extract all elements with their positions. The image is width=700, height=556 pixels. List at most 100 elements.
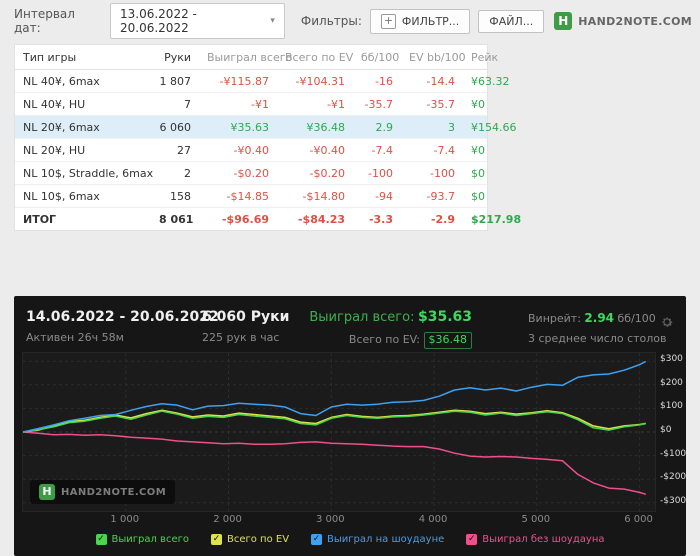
column-header[interactable]: EV bb/100 xyxy=(401,51,466,64)
y-axis-label: $300 xyxy=(660,354,683,365)
winrate-unit: бб/100 xyxy=(617,312,656,325)
table-cell: -93.7 xyxy=(426,189,455,203)
table-cell: ¥0 xyxy=(471,143,485,157)
table-cell: -$0.20 xyxy=(309,166,345,180)
table-row[interactable]: NL 20¥, 6max 6 060 ¥35.63 ¥36.48 2.9 3 ¥154.66 xyxy=(15,116,517,139)
ev-total-label: Всего по EV: xyxy=(348,332,420,346)
legend-label: Всего по EV xyxy=(226,534,290,545)
add-filter-button-label: ФИЛЬТР... xyxy=(401,14,460,28)
plus-icon: + xyxy=(380,13,396,29)
date-range-select[interactable]: 13.06.2022 - 20.06.2022 ▾ xyxy=(110,3,285,39)
table-cell: NL 20¥, HU xyxy=(23,143,86,157)
file-button[interactable]: ФАЙЛ... xyxy=(478,9,545,33)
legend-item-total-ev[interactable]: ✓ Всего по EV xyxy=(210,534,290,545)
session-date-block: 14.06.2022 - 20.06.2022 Активен 26ч 58м xyxy=(26,308,219,346)
x-axis-label: 3 000 xyxy=(315,514,345,525)
table-cell: -16 xyxy=(375,74,393,88)
y-axis-label: $200 xyxy=(660,377,683,388)
table-cell: 2.9 xyxy=(375,120,394,134)
table-cell: -¥0.40 xyxy=(233,143,269,157)
column-header[interactable]: Руки xyxy=(151,51,199,64)
session-date-range: 14.06.2022 - 20.06.2022 xyxy=(26,309,219,325)
table-cell: 2 xyxy=(184,166,191,180)
column-header[interactable]: Тип игры xyxy=(15,51,151,64)
date-interval-label: Интервал дат: xyxy=(14,7,75,35)
session-winnings-block: Выиграл всего: $35.63 Всего по EV: $36.4… xyxy=(300,308,472,349)
hand2note-logo-icon: H xyxy=(39,484,55,500)
table-cell: ¥63.32 xyxy=(471,74,510,88)
table-row[interactable]: NL 40¥, HU 7 -¥1 -¥1 -35.7 -35.7 ¥0 xyxy=(15,93,487,116)
winrate-value: 2.94 xyxy=(584,311,615,325)
table-cell: -7.4 xyxy=(433,143,455,157)
table-cell: -¥1 xyxy=(327,97,345,111)
settings-gear-icon[interactable] xyxy=(660,314,674,333)
checkbox-checked-icon[interactable]: ✓ xyxy=(466,534,478,545)
legend-item-won-no-showdown[interactable]: ✓ Выиграл без шоудауна xyxy=(466,534,604,545)
checkbox-checked-icon[interactable]: ✓ xyxy=(95,534,107,545)
table-cell: -$84.23 xyxy=(297,212,345,226)
session-hands-count: 6 060 Руки xyxy=(202,309,290,325)
table-body: NL 40¥, 6max 1 807 -¥115.87 -¥104.31 -16 -14.… xyxy=(15,70,521,230)
table-cell: -100 xyxy=(368,166,393,180)
table-cell: ИТОГ xyxy=(23,212,57,226)
y-axis-label: -$200 xyxy=(660,472,687,483)
table-cell: -14.4 xyxy=(426,74,455,88)
table-cell: NL 20¥, 6max xyxy=(23,120,100,134)
table-cell: 8 061 xyxy=(159,212,194,226)
winrate-label: Винрейт: xyxy=(528,312,581,325)
table-cell: -¥1 xyxy=(251,97,269,111)
game-stats-table: Тип игры Руки Выиграл всего Всего по EV … xyxy=(14,44,521,231)
table-row[interactable]: NL 20¥, HU 27 -¥0.40 -¥0.40 -7.4 -7.4 ¥0 xyxy=(15,139,487,162)
legend-item-won-showdown[interactable]: ✓ Выиграл на шоудауне xyxy=(311,534,444,545)
column-header[interactable]: бб/100 xyxy=(353,51,401,64)
x-axis-label: 1 000 xyxy=(110,514,140,525)
table-row[interactable]: NL 10$, Straddle, 6max 2 -$0.20 -$0.20 -100 -… xyxy=(15,162,487,185)
table-cell: ¥36.48 xyxy=(306,120,346,134)
table-cell: -¥0.40 xyxy=(309,143,345,157)
checkbox-checked-icon[interactable]: ✓ xyxy=(311,534,323,545)
table-cell: 1 807 xyxy=(159,74,192,88)
table-cell: $217.98 xyxy=(471,212,522,226)
won-total-value: $35.63 xyxy=(417,309,472,325)
column-header[interactable]: Рейк xyxy=(463,51,506,64)
ev-total-value: $36.48 xyxy=(423,331,472,349)
series-won-showdown xyxy=(22,360,647,433)
table-row[interactable]: NL 10$, 6max 158 -$14.85 -$14.80 -94 -93.7 $0 xyxy=(15,185,487,208)
table-cell: -94 xyxy=(375,189,393,203)
x-axis-label: 2 000 xyxy=(213,514,242,525)
table-cell: -35.7 xyxy=(426,97,455,111)
file-button-label: ФАЙЛ... xyxy=(489,14,534,28)
x-axis-label: 5 000 xyxy=(521,514,551,525)
table-cell: -$0.20 xyxy=(233,166,269,180)
date-range-value: 13.06.2022 - 20.06.2022 xyxy=(120,7,197,35)
table-cell: -3.3 xyxy=(368,212,393,226)
x-axis-label: 6 000 xyxy=(624,514,653,525)
table-cell: 7 xyxy=(184,97,191,111)
table-cell: -$14.80 xyxy=(302,189,345,203)
session-winrate-block: Винрейт: 2.94 бб/100 3 среднее число сто… xyxy=(528,310,667,347)
y-axis-label: $100 xyxy=(660,401,683,412)
session-hands-block: 6 060 Руки 225 рук в час xyxy=(202,308,289,346)
checkbox-checked-icon[interactable]: ✓ xyxy=(210,534,222,545)
table-cell: -¥104.31 xyxy=(295,74,345,88)
table-cell: NL 40¥, HU xyxy=(23,97,86,111)
legend-item-won-total[interactable]: ✓ Выиграл всего xyxy=(95,534,189,545)
filters-label: Фильтры: xyxy=(300,14,362,28)
y-axis-label: -$100 xyxy=(660,448,687,459)
table-cell: 27 xyxy=(177,143,191,157)
table-cell: ¥0 xyxy=(471,97,485,111)
table-cell: ¥35.63 xyxy=(230,120,270,134)
table-cell: -$96.69 xyxy=(221,212,269,226)
toolbar: Интервал дат: 13.06.2022 - 20.06.2022 ▾ … xyxy=(14,3,692,39)
table-cell: -7.4 xyxy=(371,143,393,157)
table-cell: $0 xyxy=(471,166,485,180)
table-cell: -$14.85 xyxy=(226,189,269,203)
table-row[interactable]: NL 40¥, 6max 1 807 -¥115.87 -¥104.31 -16 -14.… xyxy=(15,70,510,93)
column-header[interactable]: Всего по EV xyxy=(277,51,353,64)
table-cell: -¥115.87 xyxy=(219,74,269,88)
y-axis-label: $0 xyxy=(660,425,672,435)
add-filter-button[interactable]: + ФИЛЬТР... xyxy=(369,8,471,34)
table-header-row: Тип игры Руки Выиграл всего Всего по EV … xyxy=(15,45,498,70)
table-row[interactable]: ИТОГ 8 061 -$96.69 -$84.23 -3.3 -2.9 $217.98 xyxy=(15,208,521,230)
column-header[interactable]: Выиграл всего xyxy=(199,51,292,64)
